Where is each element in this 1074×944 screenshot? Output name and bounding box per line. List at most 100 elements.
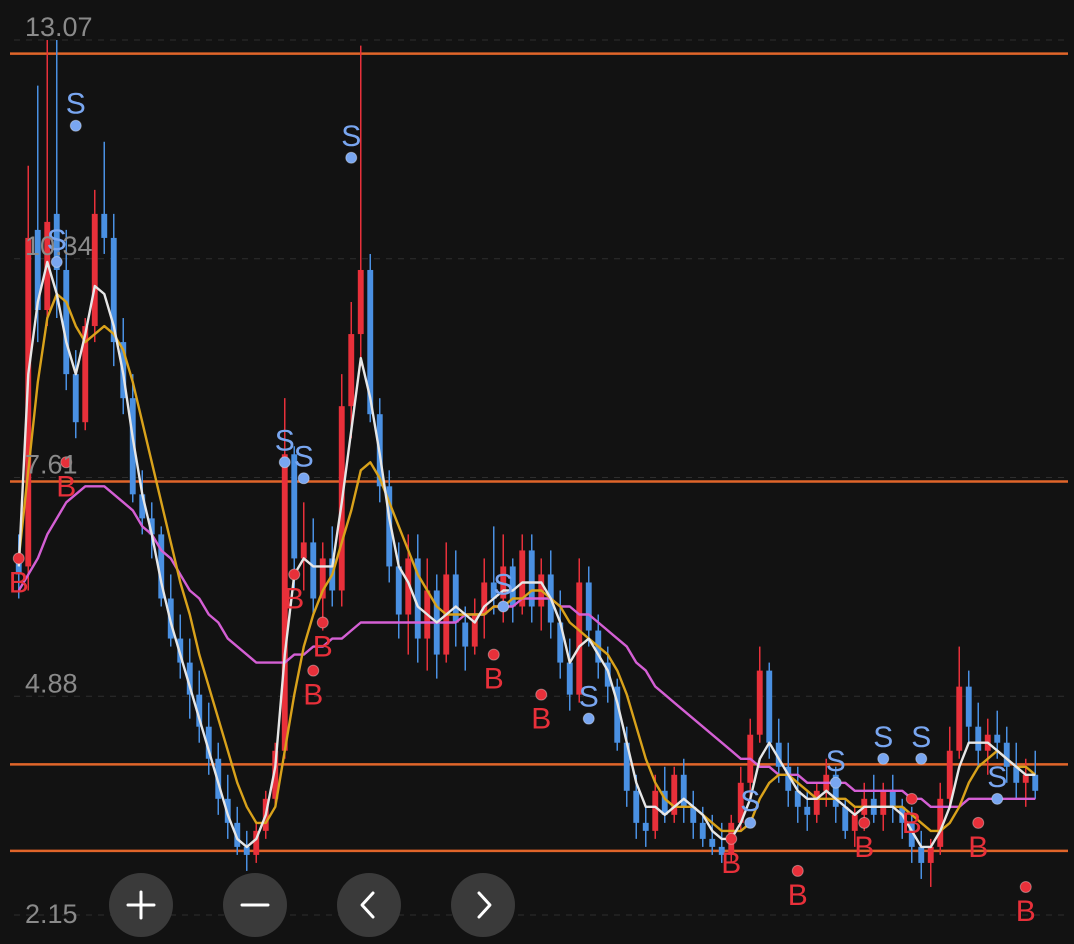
buy-signal-dot: [725, 832, 738, 845]
candle: [680, 758, 687, 823]
candle-body: [994, 734, 1001, 743]
candle: [690, 790, 697, 839]
candle: [196, 670, 203, 743]
sell-signal-label: S: [579, 681, 599, 714]
scroll-left-button[interactable]: [337, 873, 401, 937]
buy-signal-dot: [288, 568, 301, 581]
zoom-in-button[interactable]: [109, 873, 173, 937]
sell-signal-label: S: [740, 785, 760, 818]
buy-signal-label: B: [303, 679, 323, 712]
buy-signal: B: [968, 816, 988, 864]
candle: [870, 774, 877, 823]
buy-signal-label: B: [1016, 895, 1036, 928]
buy-signal-dot: [791, 864, 804, 877]
candle-body: [633, 790, 640, 823]
buy-signal-dot: [487, 648, 500, 661]
candle: [243, 830, 250, 871]
candle-body: [851, 814, 858, 831]
candle-body: [766, 670, 773, 743]
sell-signal: S: [66, 88, 86, 132]
buy-signal-dot: [316, 616, 329, 629]
candle-body: [975, 726, 982, 751]
buy-signal-dot: [307, 664, 320, 677]
candle: [101, 141, 108, 254]
buy-signal: B: [1016, 880, 1036, 928]
candle-body: [585, 582, 592, 631]
candle: [585, 566, 592, 647]
candle-body: [842, 806, 849, 831]
sell-signal-label: S: [493, 569, 513, 602]
candle: [975, 702, 982, 767]
sell-signal-label: S: [873, 721, 893, 754]
y-tick-label: 7.61: [25, 450, 78, 480]
buy-signal-label: B: [968, 831, 988, 864]
candle: [889, 774, 896, 823]
candle-body: [1032, 774, 1039, 791]
candle-body: [462, 622, 469, 647]
candle-body: [395, 566, 402, 615]
y-tick-label: 2.15: [25, 899, 78, 929]
candle-body: [576, 582, 583, 695]
chevron-left-icon: [360, 891, 375, 919]
scroll-right-button[interactable]: [451, 873, 515, 937]
sell-signal-dot: [744, 816, 757, 829]
buy-signal-label: B: [721, 847, 741, 880]
candle-body: [918, 846, 925, 863]
y-tick-label: 10.34: [25, 231, 93, 261]
candle: [357, 45, 364, 367]
candle: [91, 189, 98, 343]
candle: [300, 502, 307, 591]
minus-icon: [240, 903, 270, 907]
zoom-out-button[interactable]: [223, 873, 287, 937]
candle-body: [642, 822, 649, 831]
candle-body: [300, 542, 307, 559]
buy-signal-dot: [972, 816, 985, 829]
candle-body: [101, 213, 108, 238]
candle-body: [927, 846, 934, 863]
buy-signal: B: [788, 864, 808, 912]
buy-signal-dot: [535, 688, 548, 701]
sell-signal-dot: [582, 712, 595, 725]
buy-signal-label: B: [284, 582, 304, 615]
plus-icon: [126, 890, 156, 920]
candle: [44, 40, 51, 327]
sell-signal: S: [873, 721, 893, 765]
candle-body: [709, 838, 716, 847]
candle: [481, 558, 488, 639]
buy-signal-label: B: [902, 807, 922, 840]
buy-signal-dot: [1019, 880, 1032, 893]
candle: [1013, 742, 1020, 799]
sell-signal-dot: [829, 776, 842, 789]
candle-body: [880, 790, 887, 815]
price-chart[interactable]: BSBSSBSBBSBSBSBSBSBSBSBSB 13.0710.347.61…: [0, 0, 1074, 944]
buy-signal-dot: [12, 552, 25, 565]
buy-signal-dot: [858, 816, 871, 829]
candle-body: [72, 374, 79, 423]
candle: [937, 782, 944, 855]
sell-signal-label: S: [911, 721, 931, 754]
sell-signal-label: S: [341, 120, 361, 153]
buy-signal: B: [313, 616, 333, 664]
candle-body: [965, 686, 972, 727]
buy-signal-dot: [905, 792, 918, 805]
buy-signal-label: B: [531, 703, 551, 736]
candle: [671, 766, 678, 823]
buy-signal: B: [902, 792, 922, 840]
candle: [956, 646, 963, 759]
candle-body: [804, 806, 811, 815]
sell-signal-label: S: [987, 761, 1007, 794]
candle: [452, 550, 459, 647]
sell-signal-dot: [497, 600, 510, 613]
buy-signal-label: B: [484, 663, 504, 696]
candle-body: [699, 822, 706, 839]
candle-body: [357, 269, 364, 335]
candle-body: [756, 670, 763, 735]
candle-body: [813, 790, 820, 815]
sell-signal-dot: [877, 752, 890, 765]
chevron-right-icon: [477, 891, 492, 919]
buy-signal: B: [484, 648, 504, 696]
candle-body: [348, 334, 355, 407]
sell-signal: S: [911, 721, 931, 765]
candle-body: [91, 213, 98, 327]
buy-signal-label: B: [788, 879, 808, 912]
